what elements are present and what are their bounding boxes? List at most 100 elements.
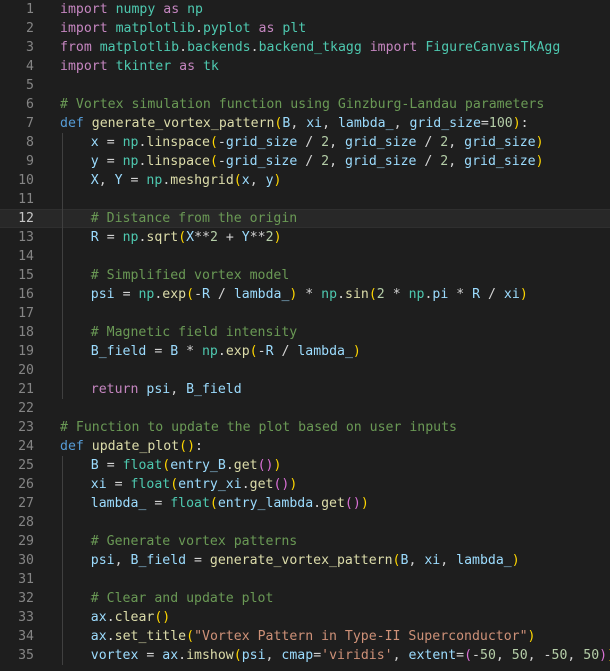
code-token: # Clear and update plot <box>90 591 274 606</box>
code-token: exp <box>225 344 250 359</box>
code-line[interactable]: 7 def generate_vortex_pattern(B, xi, lamb… <box>0 114 610 133</box>
code-token: ( <box>392 553 401 568</box>
code-token: np <box>122 154 139 169</box>
code-token: * <box>297 287 322 302</box>
code-line[interactable]: 8 x = np.linspace(-grid_size / 2, grid_si… <box>0 133 610 152</box>
code-token: 50 <box>583 648 600 663</box>
code-line[interactable]: 1 import numpy as np <box>0 0 610 19</box>
code-line[interactable]: 6 # Vortex simulation function using Ginz… <box>0 95 610 114</box>
code-line[interactable]: 12 # Distance from the origin <box>0 209 610 228</box>
code-token: 2 <box>265 230 274 245</box>
code-token: , - <box>527 648 552 663</box>
code-line[interactable]: 25 B = float(entry_B.get()) <box>0 456 610 475</box>
code-token: np <box>187 2 203 17</box>
code-line[interactable]: 32 # Clear and update plot <box>0 589 610 608</box>
code-token: as <box>163 2 180 17</box>
line-number: 26 <box>18 477 34 492</box>
code-token: , <box>392 648 409 663</box>
code-token: / <box>416 135 441 150</box>
code-line[interactable]: 29 # Generate vortex patterns <box>0 532 610 551</box>
line-number: 13 <box>18 230 34 245</box>
code-line[interactable]: 27 lambda_ = float(entry_lambda.get()) <box>0 494 610 513</box>
code-token: / <box>273 344 298 359</box>
code-line[interactable]: 10 X, Y = np.meshgrid(x, y) <box>0 171 610 190</box>
code-token: # Simplified vortex model <box>90 268 290 283</box>
code-line[interactable]: 33 ax.clear() <box>0 608 610 627</box>
code-token: np <box>201 344 218 359</box>
code-token: . <box>106 610 115 625</box>
code-line[interactable]: 9 y = np.linspace(-grid_size / 2, grid_si… <box>0 152 610 171</box>
indent-guide <box>62 190 63 209</box>
code-line[interactable]: 4 import tkinter as tk <box>0 57 610 76</box>
code-token: grid_size <box>409 116 481 131</box>
code-line[interactable]: 20 <box>0 361 610 380</box>
code-token: = <box>313 648 322 663</box>
code-line[interactable]: 17 <box>0 304 610 323</box>
code-token: , <box>322 116 338 131</box>
code-text: # Magnetic field intensity <box>91 323 297 342</box>
code-token: ) <box>512 116 521 131</box>
line-number: 27 <box>18 496 34 511</box>
code-token: ) <box>527 629 536 644</box>
code-line[interactable]: 18 # Magnetic field intensity <box>0 323 610 342</box>
code-line[interactable]: 15 # Simplified vortex model <box>0 266 610 285</box>
code-line[interactable]: 35 vortex = ax.imshow(psi, cmap='viridis'… <box>0 646 610 665</box>
code-token: ( <box>368 287 377 302</box>
code-line[interactable]: 5 <box>0 76 610 95</box>
code-token: y <box>90 154 99 169</box>
code-token: 50 <box>551 648 568 663</box>
code-token: , <box>329 135 345 150</box>
code-line[interactable]: 21 return psi, B_field <box>0 380 610 399</box>
code-token: # Generate vortex patterns <box>90 534 298 549</box>
code-token: Y <box>114 173 123 188</box>
code-editor[interactable]: 1 import numpy as np 2 import matplotlib.py… <box>0 0 610 671</box>
code-token: / <box>297 154 322 169</box>
indent-guide <box>62 627 63 646</box>
code-line[interactable]: 2 import matplotlib.pyplot as plt <box>0 19 610 38</box>
code-line[interactable]: 23 # Function to update the plot based on… <box>0 418 610 437</box>
code-text: ax.clear() <box>91 608 170 627</box>
code-token: cmap <box>281 648 314 663</box>
code-token: - <box>257 344 266 359</box>
line-number: 12 <box>18 211 34 226</box>
code-line[interactable]: 24 def update_plot(): <box>0 437 610 456</box>
code-token: . <box>241 477 250 492</box>
code-token: def <box>60 116 84 131</box>
line-number: 6 <box>26 97 34 112</box>
code-token: generate_vortex_pattern <box>209 553 393 568</box>
code-line[interactable]: 30 psi, B_field = generate_vortex_pattern… <box>0 551 610 570</box>
indent-guide <box>62 361 63 380</box>
code-line[interactable]: 34 ax.set_title("Vortex Pattern in Type-I… <box>0 627 610 646</box>
code-text: x = np.linspace(-grid_size / 2, grid_siz… <box>91 133 544 152</box>
code-token: , <box>170 382 187 397</box>
code-line[interactable]: 26 xi = float(entry_xi.get()) <box>0 475 610 494</box>
code-token: sqrt <box>146 230 179 245</box>
code-line[interactable]: 28 <box>0 513 610 532</box>
code-token: () <box>179 439 196 454</box>
code-token: xi <box>90 477 107 492</box>
code-line[interactable]: 22 <box>0 399 610 418</box>
code-token: get <box>249 477 274 492</box>
code-text: import tkinter as tk <box>60 57 219 76</box>
code-line[interactable]: 11 <box>0 190 610 209</box>
code-line[interactable]: 16 psi = np.exp(-R / lambda_) * np.sin(2 … <box>0 285 610 304</box>
indent-guide <box>62 285 63 304</box>
code-line[interactable]: 3 from matplotlib.backends.backend_tkagg … <box>0 38 610 57</box>
code-token: get <box>233 458 258 473</box>
line-number: 16 <box>18 287 34 302</box>
code-line[interactable]: 19 B_field = B * np.exp(-R / lambda_) <box>0 342 610 361</box>
code-text: B = float(entry_B.get()) <box>91 456 282 475</box>
code-token: 2 <box>321 154 330 169</box>
line-number: 22 <box>18 401 34 416</box>
code-line[interactable]: 13 R = np.sqrt(X**2 + Y**2) <box>0 228 610 247</box>
code-line[interactable]: 14 <box>0 247 610 266</box>
code-token: grid_size <box>345 135 417 150</box>
code-token: 100 <box>488 116 513 131</box>
code-line[interactable]: 31 <box>0 570 610 589</box>
line-number: 30 <box>18 553 34 568</box>
code-token: psi <box>146 382 171 397</box>
line-number: 1 <box>26 2 34 17</box>
code-token: ( <box>178 230 187 245</box>
